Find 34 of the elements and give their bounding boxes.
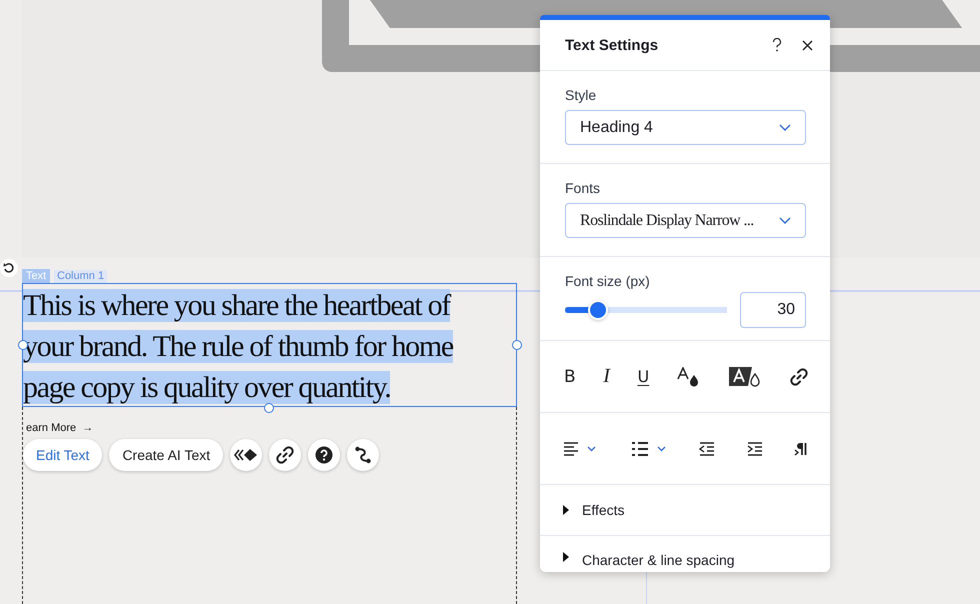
slider-thumb[interactable]	[590, 302, 606, 318]
text-direction-icon[interactable]	[794, 442, 808, 456]
ai-text-button[interactable]: Create AI Text	[109, 439, 224, 471]
arrow-text: →	[82, 422, 94, 434]
section-header[interactable]: Effects	[540, 485, 830, 536]
highlight-icon[interactable]	[728, 366, 762, 388]
link-icon	[276, 446, 294, 464]
help-icon	[315, 446, 334, 464]
style-dropdown[interactable]: Heading 4	[565, 110, 806, 145]
section-header[interactable]: Character & line spacing	[540, 536, 830, 572]
increase-indent-icon[interactable]	[746, 442, 762, 456]
italic-button[interactable]: I	[603, 365, 610, 388]
edit-text-button[interactable]: Edit Text	[23, 439, 102, 471]
text-color-icon[interactable]	[676, 366, 701, 386]
link-text[interactable]: earn More	[26, 422, 76, 434]
style-label: Style	[565, 87, 598, 103]
connector-icon	[354, 446, 372, 464]
close-icon[interactable]	[802, 40, 813, 50]
chevron-down-icon	[779, 124, 791, 131]
element-tag: Text	[22, 269, 50, 283]
help-icon[interactable]	[772, 38, 782, 52]
column-label: Column 1	[54, 270, 108, 283]
underline-button[interactable]: U	[638, 367, 650, 386]
font-size-field[interactable]: 30	[740, 292, 806, 328]
decrease-indent-icon[interactable]	[699, 442, 715, 456]
font-size-label: Font size (px)	[565, 273, 651, 289]
bullet-list-icon[interactable]	[632, 442, 668, 456]
bold-button[interactable]: B	[564, 366, 576, 386]
panel-title: Text Settings	[565, 36, 660, 54]
link-icon[interactable]	[790, 368, 808, 386]
chevron-down-icon	[779, 217, 791, 224]
fonts-label: Fonts	[565, 180, 602, 196]
animation-icon	[234, 448, 258, 462]
font-dropdown[interactable]: Roslindale Display Narrow ...	[565, 203, 806, 238]
